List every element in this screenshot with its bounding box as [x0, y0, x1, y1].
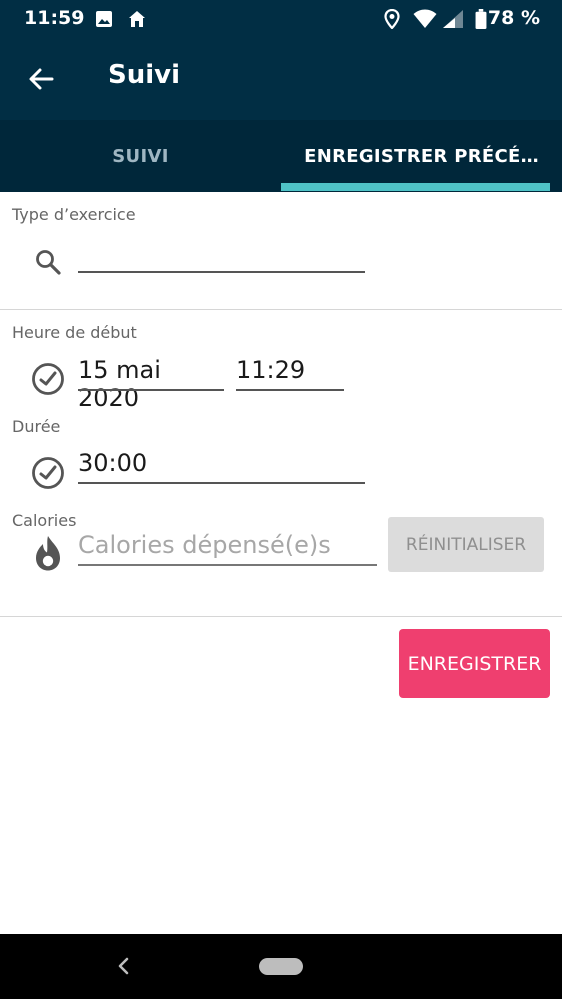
page-title: Suivi	[108, 60, 181, 90]
start-date-underline	[78, 389, 224, 391]
nav-home-pill[interactable]	[259, 958, 303, 975]
exercise-type-label: Type d’exercice	[12, 205, 136, 224]
reset-button[interactable]: RÉINITIALISER	[388, 517, 544, 572]
clock-icon	[32, 363, 64, 395]
start-time-value: 11:29	[236, 356, 306, 384]
calories-input[interactable]: Calories dépensé(e)s	[78, 530, 377, 568]
calories-placeholder: Calories dépensé(e)s	[78, 531, 331, 559]
wifi-icon	[413, 9, 437, 28]
duration-underline	[78, 482, 365, 484]
start-time-underline	[236, 389, 344, 391]
exercise-type-input[interactable]	[78, 240, 365, 274]
tab-suivi[interactable]: SUIVI	[0, 120, 281, 192]
back-arrow-icon	[29, 68, 54, 90]
back-button[interactable]	[18, 56, 64, 102]
start-time-field[interactable]: 11:29	[236, 354, 344, 392]
system-nav-bar	[0, 934, 562, 999]
battery-icon	[475, 9, 487, 29]
duration-label: Durée	[12, 417, 61, 436]
location-icon	[384, 9, 400, 29]
status-time: 11:59	[24, 7, 85, 29]
start-date-field[interactable]: 15 mai 2020	[78, 354, 224, 412]
exercise-type-underline	[78, 271, 365, 273]
tab-enregistrer-precedent[interactable]: ENREGISTRER PRÉCÉ…	[281, 120, 562, 192]
section-divider	[0, 616, 562, 617]
home-icon	[129, 11, 145, 27]
calories-label: Calories	[12, 511, 77, 530]
tab-bar: SUIVI ENREGISTRER PRÉCÉ…	[0, 120, 562, 192]
status-bar: 11:59 78 %	[0, 0, 562, 38]
tab-indicator	[281, 183, 550, 191]
duration-value: 30:00	[78, 449, 148, 477]
search-icon	[36, 250, 61, 275]
duration-field[interactable]: 30:00	[78, 448, 365, 486]
flame-icon	[36, 536, 60, 571]
start-time-label: Heure de début	[12, 323, 137, 342]
signal-icon	[443, 10, 463, 28]
calories-underline	[78, 564, 377, 566]
clock-icon	[32, 457, 64, 489]
nav-back-button[interactable]	[110, 952, 138, 980]
app-toolbar: Suivi	[0, 38, 562, 120]
image-icon	[96, 11, 112, 27]
section-divider	[0, 309, 562, 310]
chevron-left-icon	[118, 957, 129, 975]
start-date-value: 15 mai 2020	[78, 356, 161, 412]
battery-percentage: 78 %	[487, 7, 540, 29]
save-button[interactable]: ENREGISTRER	[399, 629, 550, 698]
